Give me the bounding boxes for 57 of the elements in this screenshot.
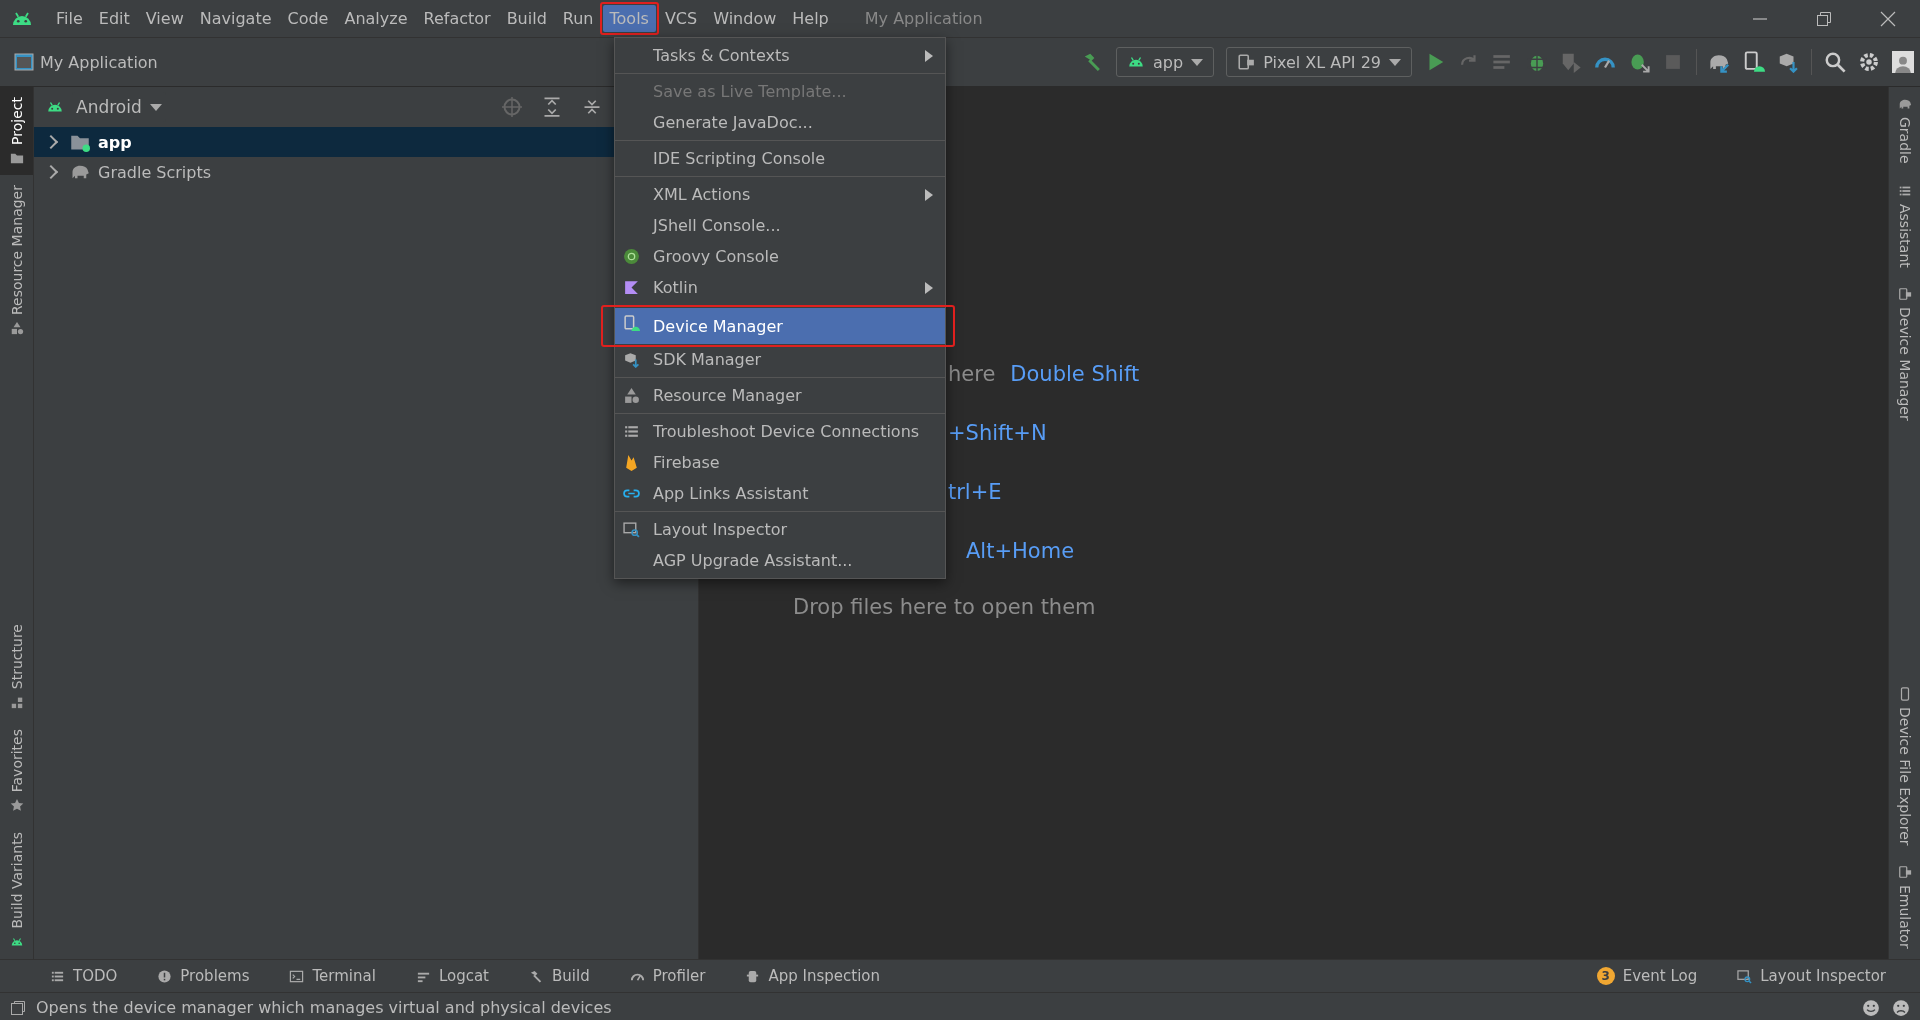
count-badge: 3	[1596, 967, 1615, 985]
hint-label: here	[948, 362, 996, 386]
menu-item[interactable]: Analyze	[337, 5, 415, 32]
tool-window-tab[interactable]: Build Variants	[0, 822, 33, 959]
menu-item[interactable]: SDK Manager	[615, 344, 945, 375]
tool-window-tab[interactable]: Gradle	[1889, 87, 1920, 174]
menu-item[interactable]: Troubleshoot Device Connections	[615, 416, 945, 447]
tool-window-tab[interactable]: Terminal	[283, 966, 382, 986]
menu-item[interactable]: Tasks & Contexts	[615, 40, 945, 71]
project-name: My Application	[40, 52, 158, 72]
tool-window-tab[interactable]: App Inspection	[739, 966, 887, 986]
menu-item[interactable]: VCS	[657, 5, 705, 32]
tool-window-tab[interactable]: Structure	[0, 614, 33, 720]
tool-window-tab[interactable]: Favorites	[0, 719, 33, 823]
menu-item[interactable]: Device Manager	[615, 308, 945, 344]
menu-item[interactable]: AGP Upgrade Assistant...	[615, 545, 945, 576]
menu-item[interactable]: Groovy Console	[615, 241, 945, 272]
window-title: My Application	[864, 9, 983, 28]
menu-item[interactable]: JShell Console...	[615, 210, 945, 241]
menu-item[interactable]: Help	[785, 5, 836, 32]
tool-window-tab[interactable]: Device Manager	[1889, 277, 1920, 432]
tool-window-tab[interactable]: Build	[523, 966, 596, 986]
tool-window-tab[interactable]: Problems	[151, 966, 256, 986]
menu-item[interactable]: Resource Manager	[615, 380, 945, 411]
menu-item[interactable]: Run	[555, 5, 601, 32]
status-text: Opens the device manager which manages virtual and physical devices	[36, 998, 612, 1017]
menu-item[interactable]: IDE Scripting Console	[615, 143, 945, 174]
menu-item[interactable]: Build	[499, 5, 554, 32]
tool-window-tab[interactable]: Assistant	[1889, 173, 1920, 278]
menu-item[interactable]: Edit	[91, 5, 137, 32]
menu-item[interactable]: Layout Inspector	[615, 514, 945, 545]
drop-hint: Drop files here to open them	[792, 595, 1097, 619]
run-config-dropdown[interactable]: app	[1116, 47, 1215, 77]
menu-item[interactable]: XML Actions	[615, 179, 945, 210]
tool-window-tab[interactable]: 3 Event Log	[1590, 966, 1704, 986]
shortcut: Alt+Home	[966, 539, 1075, 563]
menu-item[interactable]: App Links Assistant	[615, 478, 945, 509]
menu-item[interactable]: File	[49, 5, 90, 32]
tool-window-tab[interactable]: TODO	[44, 966, 124, 986]
tool-window-tab[interactable]: Profiler	[623, 966, 712, 986]
tool-window-tab[interactable]: Emulator	[1889, 855, 1920, 959]
tool-window-tab[interactable]: Device File Explorer	[1889, 676, 1920, 856]
menu-item[interactable]: View	[138, 5, 191, 32]
menu-item[interactable]: Kotlin	[615, 272, 945, 303]
tool-window-tab[interactable]: Resource Manager	[0, 174, 33, 345]
tool-window-tab[interactable]: Project	[0, 87, 33, 175]
menu-item[interactable]: Code	[280, 5, 336, 32]
shortcut: trl+E	[948, 480, 1002, 504]
menu-item[interactable]: Navigate	[192, 5, 279, 32]
tool-window-tab[interactable]: Layout Inspector	[1731, 966, 1892, 986]
menu-item[interactable]: Refactor	[416, 5, 498, 32]
tool-window-tab[interactable]: Logcat	[409, 966, 495, 986]
shortcut: +Shift+N	[948, 421, 1047, 445]
menu-item[interactable]: Firebase	[615, 447, 945, 478]
device-dropdown[interactable]: Pixel XL API 29	[1226, 47, 1412, 77]
menu-item[interactable]: Window	[706, 5, 784, 32]
shortcut: Double Shift	[1010, 362, 1140, 386]
